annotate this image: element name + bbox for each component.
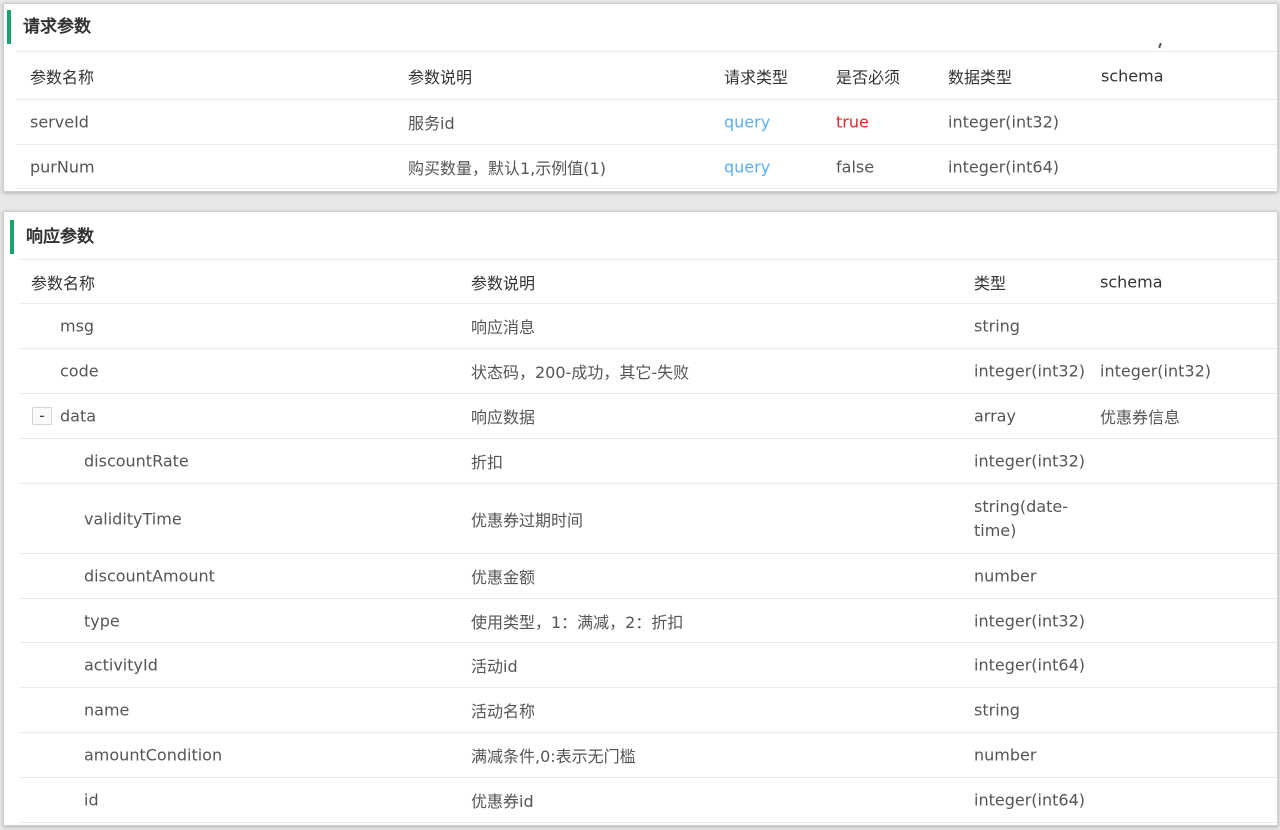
field-type: number [974,745,1037,765]
col-header-name: 参数名称 [30,67,95,87]
field-type: string(date-time) [974,496,1069,540]
field-name: code [60,361,99,381]
field-schema: 优惠券信息 [1100,408,1181,427]
field-schema: integer(int32) [1100,361,1211,381]
col-header-schema: schema [1101,66,1164,85]
field-desc: 状态码，200-成功，其它-失败 [471,363,690,382]
request-params-title: 请求参数 [7,10,91,44]
field-name: data [60,406,97,426]
field-type: string [974,316,1020,336]
response-params-panel: 响应参数 参数名称 参数说明 类型 schema msg 响应消息 string… [3,211,1278,826]
field-desc: 优惠金额 [471,568,536,587]
field-name: amountCondition [84,745,223,765]
field-desc: 响应消息 [471,318,536,337]
field-type: number [974,566,1037,586]
col-header-schema: schema [1100,272,1163,291]
field-desc: 使用类型，1：满减，2：折扣 [471,612,684,632]
col-header-type: 类型 [974,273,1007,293]
col-header-required: 是否必须 [836,67,901,87]
field-name: discountRate [84,451,189,471]
param-required: false [836,157,875,176]
field-name: activityId [84,655,158,675]
field-name: msg [60,316,95,336]
field-desc: 活动id [471,657,518,676]
field-type: integer(int32) [974,611,1085,630]
col-header-desc: 参数说明 [408,67,473,87]
field-desc: 响应数据 [471,408,536,427]
table-header: 参数名称 参数说明 类型 schema [20,259,1277,304]
table-row-child: id 优惠券id integer(int64) [20,778,1277,823]
col-header-desc: 参数说明 [471,273,536,293]
field-type: integer(int32) [974,451,1085,471]
field-desc: 优惠券id [471,792,534,811]
field-desc: 活动名称 [471,702,536,721]
response-params-title: 响应参数 [10,220,94,254]
table-row-child: discountAmount 优惠金额 number [20,554,1277,599]
table-row-child: discountRate 折扣 integer(int32) [20,439,1277,484]
table-row-expandable: - data 响应数据 array 优惠券信息 [20,394,1277,439]
field-name: type [84,611,120,630]
param-in: query [724,112,771,132]
table-row: purNum 购买数量，默认1,示例值(1) query false integ… [16,145,1277,189]
field-name: validityTime [84,509,182,528]
field-desc: 优惠券过期时间 [471,510,584,530]
param-type: integer(int32) [948,112,1059,132]
param-required: true [836,112,869,132]
decorative-tick [1158,42,1162,49]
table-row: code 状态码，200-成功，其它-失败 integer(int32) int… [20,349,1277,394]
param-type: integer(int64) [948,157,1059,176]
param-name: serveId [30,112,89,132]
field-desc: 满减条件,0:表示无门槛 [471,747,636,766]
table-row-child: activityId 活动id integer(int64) [20,643,1277,688]
table-row-child: name 活动名称 string [20,688,1277,733]
table-row: msg 响应消息 string [20,304,1277,349]
col-header-in: 请求类型 [724,67,789,87]
field-type: integer(int32) [974,361,1085,381]
field-name: discountAmount [84,566,215,586]
table-row-child: type 使用类型，1：满减，2：折扣 integer(int32) [20,599,1277,643]
field-name: id [84,790,99,810]
field-name: name [84,700,130,720]
param-desc: 购买数量，默认1,示例值(1) [408,158,606,178]
param-in: query [724,157,771,176]
field-type: integer(int64) [974,790,1085,810]
collapse-toggle-button[interactable]: - [32,407,52,425]
col-header-type: 数据类型 [948,67,1013,87]
field-type: integer(int64) [974,655,1085,675]
field-type: string [974,700,1020,720]
field-desc: 折扣 [471,453,504,472]
request-params-panel: 请求参数 参数名称 参数说明 请求类型 是否必须 数据类型 schema ser… [3,3,1278,192]
field-type: array [974,406,1016,426]
table-row-child: amountCondition 满减条件,0:表示无门槛 number [20,733,1277,778]
table-row: serveId 服务id query true integer(int32) [16,100,1277,145]
param-name: purNum [30,157,95,176]
table-header: 参数名称 参数说明 请求类型 是否必须 数据类型 schema [16,51,1277,100]
col-header-name: 参数名称 [31,273,96,293]
param-desc: 服务id [408,114,455,133]
table-row-child: validityTime 优惠券过期时间 string(date-time) [20,484,1277,554]
